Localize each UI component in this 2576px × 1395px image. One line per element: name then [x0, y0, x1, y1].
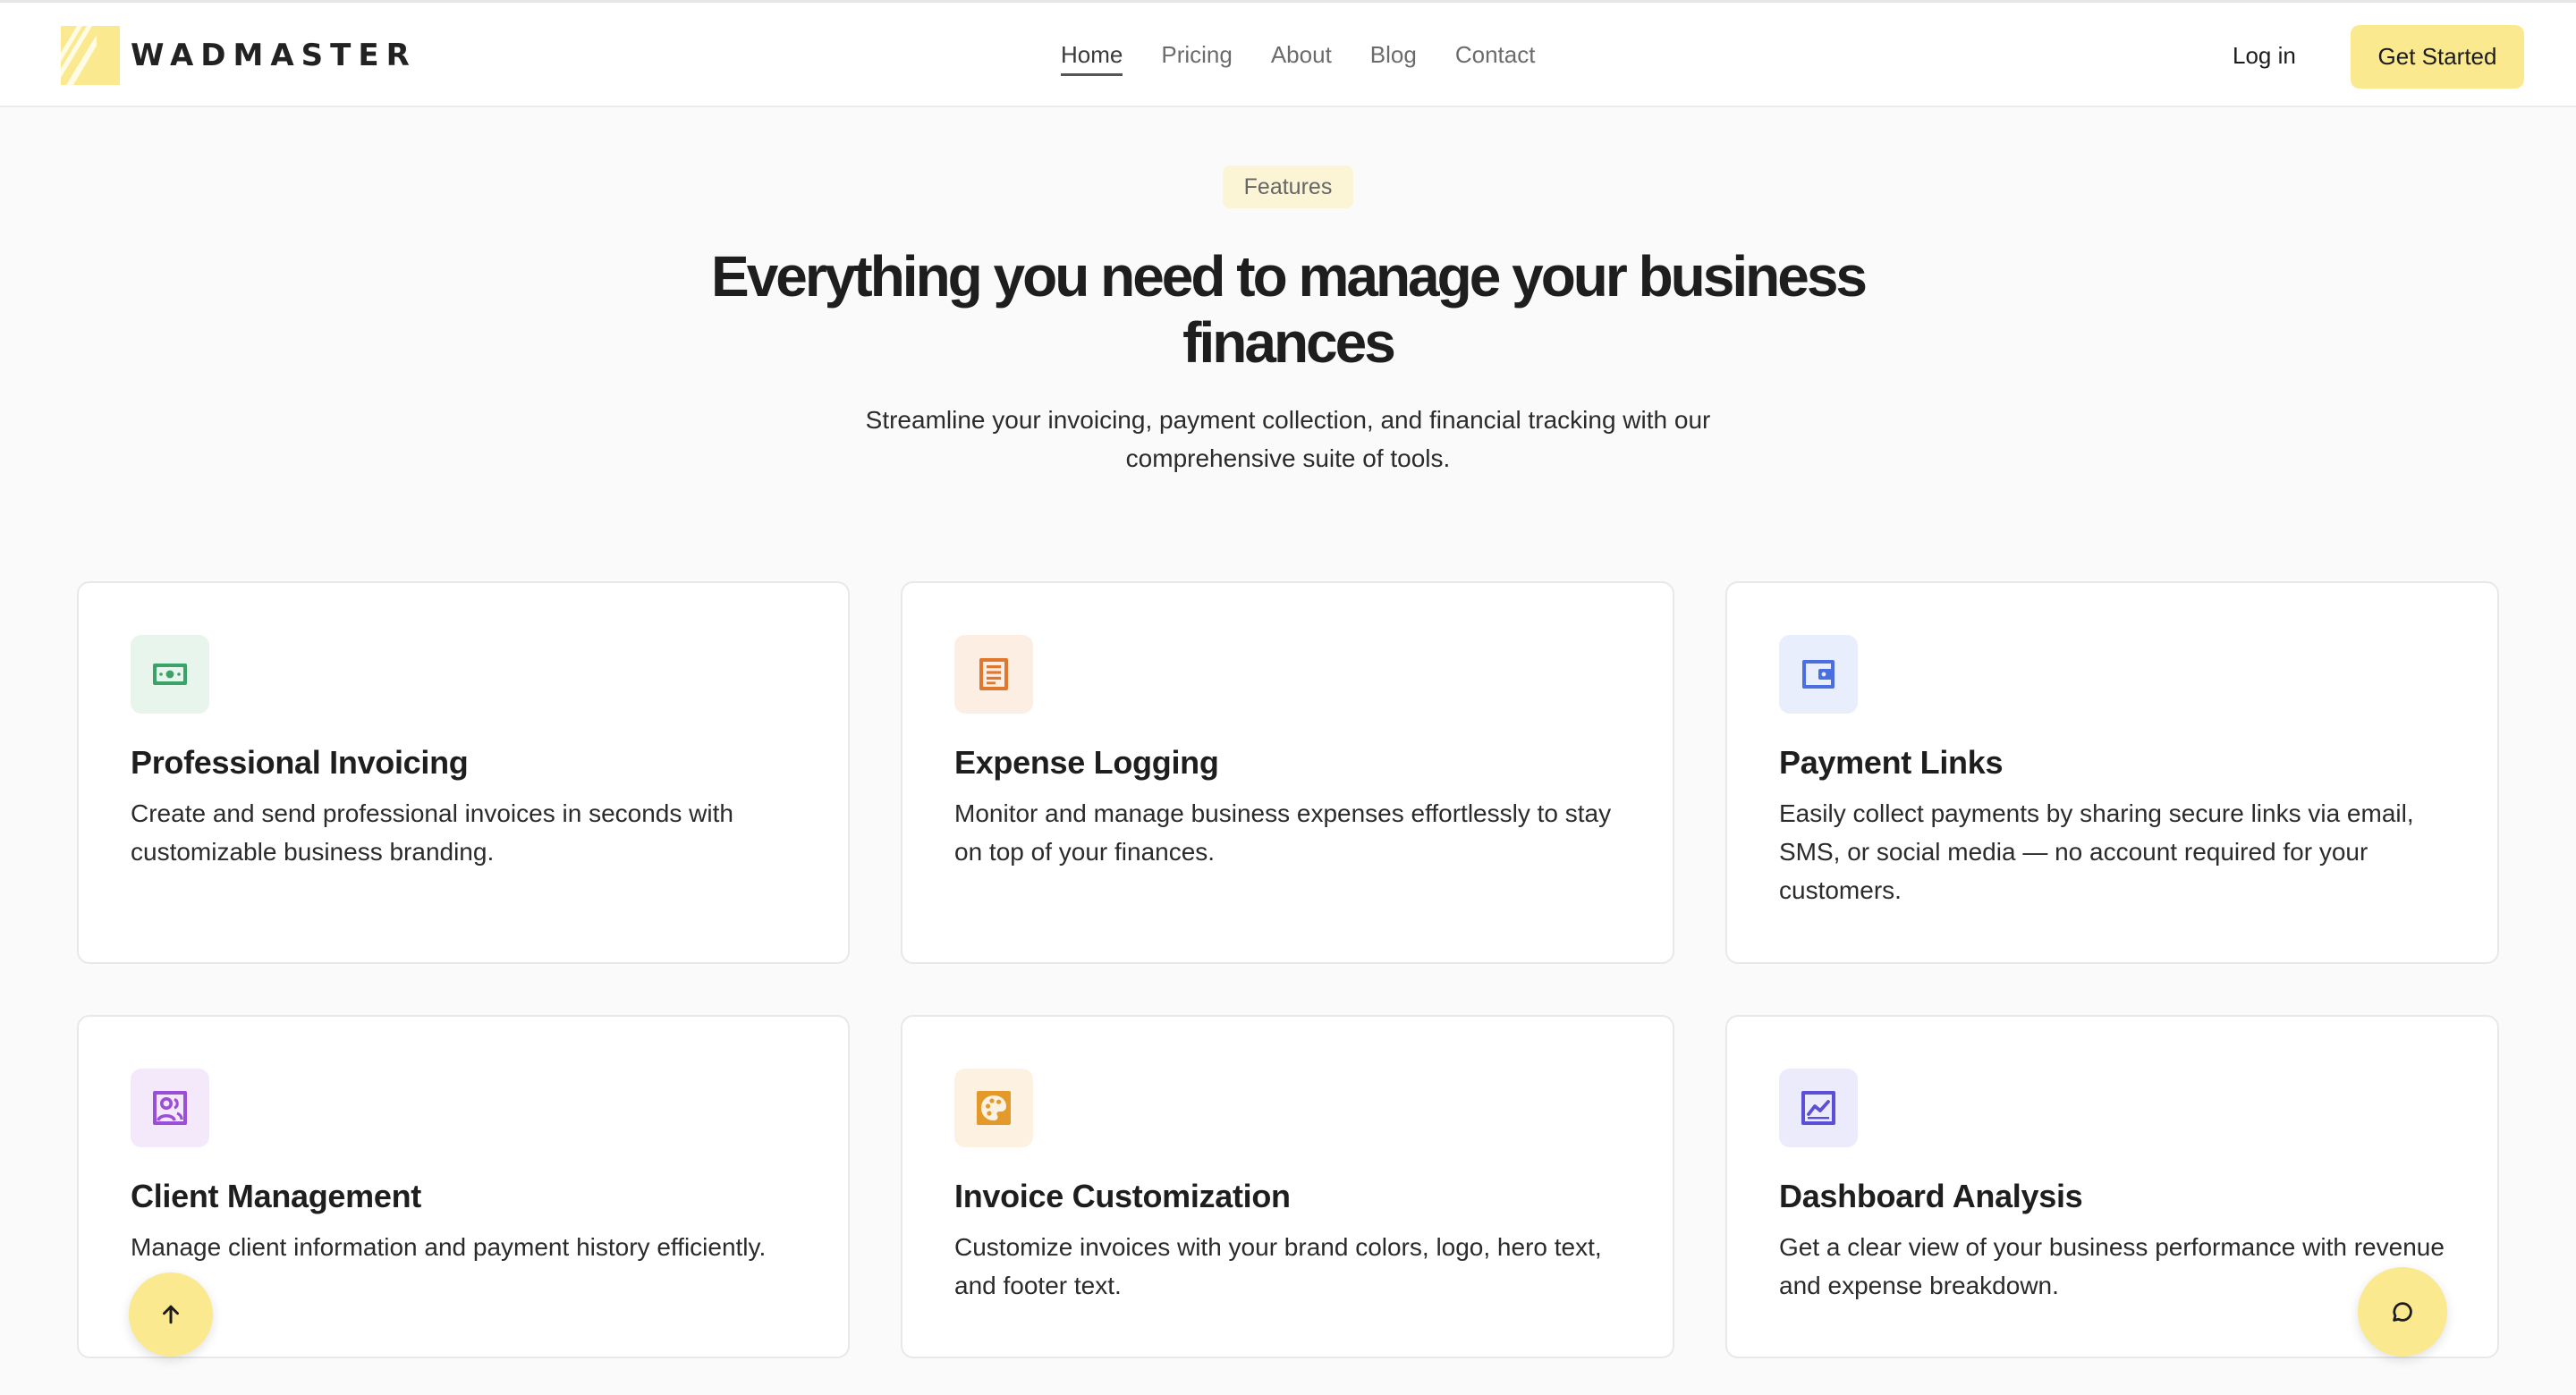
- logo-mark-icon: [61, 26, 120, 85]
- feature-description: Get a clear view of your business perfor…: [1779, 1233, 2445, 1299]
- feature-title: Expense Logging: [954, 744, 1219, 781]
- login-link[interactable]: Log in: [2233, 42, 2296, 70]
- main-nav: Home Pricing About Blog Contact: [1061, 3, 1573, 107]
- feature-title: Dashboard Analysis: [1779, 1178, 2083, 1214]
- feature-description: Manage client information and payment hi…: [131, 1233, 767, 1261]
- page-title-line-1: Everything you need to manage your busin…: [711, 244, 1868, 309]
- page-subtitle-line-1: Streamline your invoicing, payment colle…: [865, 406, 1711, 434]
- page-title-line-2: finances: [1182, 310, 1396, 375]
- feature-description: Easily collect payments by sharing secur…: [1779, 799, 2414, 904]
- feature-description: Monitor and manage business expenses eff…: [954, 799, 1612, 866]
- nav-home[interactable]: Home: [1061, 32, 1123, 78]
- palette-icon: [972, 1086, 1015, 1129]
- page-subtitle: Streamline your invoicing, payment colle…: [787, 401, 1789, 478]
- arrow-up-icon: [157, 1301, 184, 1328]
- page-title: Everything you need to manage your busin…: [572, 243, 2004, 376]
- feature-title: Client Management: [131, 1178, 421, 1214]
- feature-card-expense-logging: Expense Logging Monitor and manage busin…: [901, 581, 1674, 964]
- brand-name: WADMASTER: [131, 38, 417, 73]
- feature-icon-bg: [131, 635, 209, 714]
- feature-description: Create and send professional invoices in…: [131, 799, 733, 866]
- feature-title: Payment Links: [1779, 744, 2004, 781]
- feature-card-invoice-customization: Invoice Customization Customize invoices…: [901, 1015, 1674, 1358]
- feature-title: Invoice Customization: [954, 1178, 1291, 1214]
- get-started-button[interactable]: Get Started: [2351, 25, 2524, 89]
- nav-blog[interactable]: Blog: [1370, 32, 1417, 78]
- nav-about[interactable]: About: [1271, 32, 1332, 78]
- brand-logo[interactable]: WADMASTER: [61, 26, 417, 85]
- features-badge: Features: [1223, 165, 1353, 208]
- receipt-icon: [972, 653, 1015, 696]
- chat-bubble-icon: [2389, 1298, 2416, 1325]
- scroll-to-top-button[interactable]: [129, 1272, 213, 1357]
- nav-pricing[interactable]: Pricing: [1161, 32, 1232, 78]
- banknote-icon: [148, 653, 191, 696]
- feature-card-professional-invoicing: Professional Invoicing Create and send p…: [77, 581, 850, 964]
- feature-icon-bg: [131, 1069, 209, 1147]
- feature-icon-bg: [1779, 1069, 1858, 1147]
- feature-title: Professional Invoicing: [131, 744, 469, 781]
- feature-icon-bg: [1779, 635, 1858, 714]
- feature-icon-bg: [954, 635, 1033, 714]
- feature-description: Customize invoices with your brand color…: [954, 1233, 1602, 1299]
- nav-contact[interactable]: Contact: [1455, 32, 1536, 78]
- users-icon: [148, 1086, 191, 1129]
- chat-button[interactable]: [2358, 1267, 2447, 1357]
- page-subtitle-line-2: comprehensive suite of tools.: [1125, 444, 1451, 472]
- chart-icon: [1797, 1086, 1840, 1129]
- site-header: WADMASTER Home Pricing About Blog Contac…: [0, 3, 2576, 107]
- wallet-icon: [1797, 653, 1840, 696]
- feature-card-payment-links: Payment Links Easily collect payments by…: [1725, 581, 2499, 964]
- feature-icon-bg: [954, 1069, 1033, 1147]
